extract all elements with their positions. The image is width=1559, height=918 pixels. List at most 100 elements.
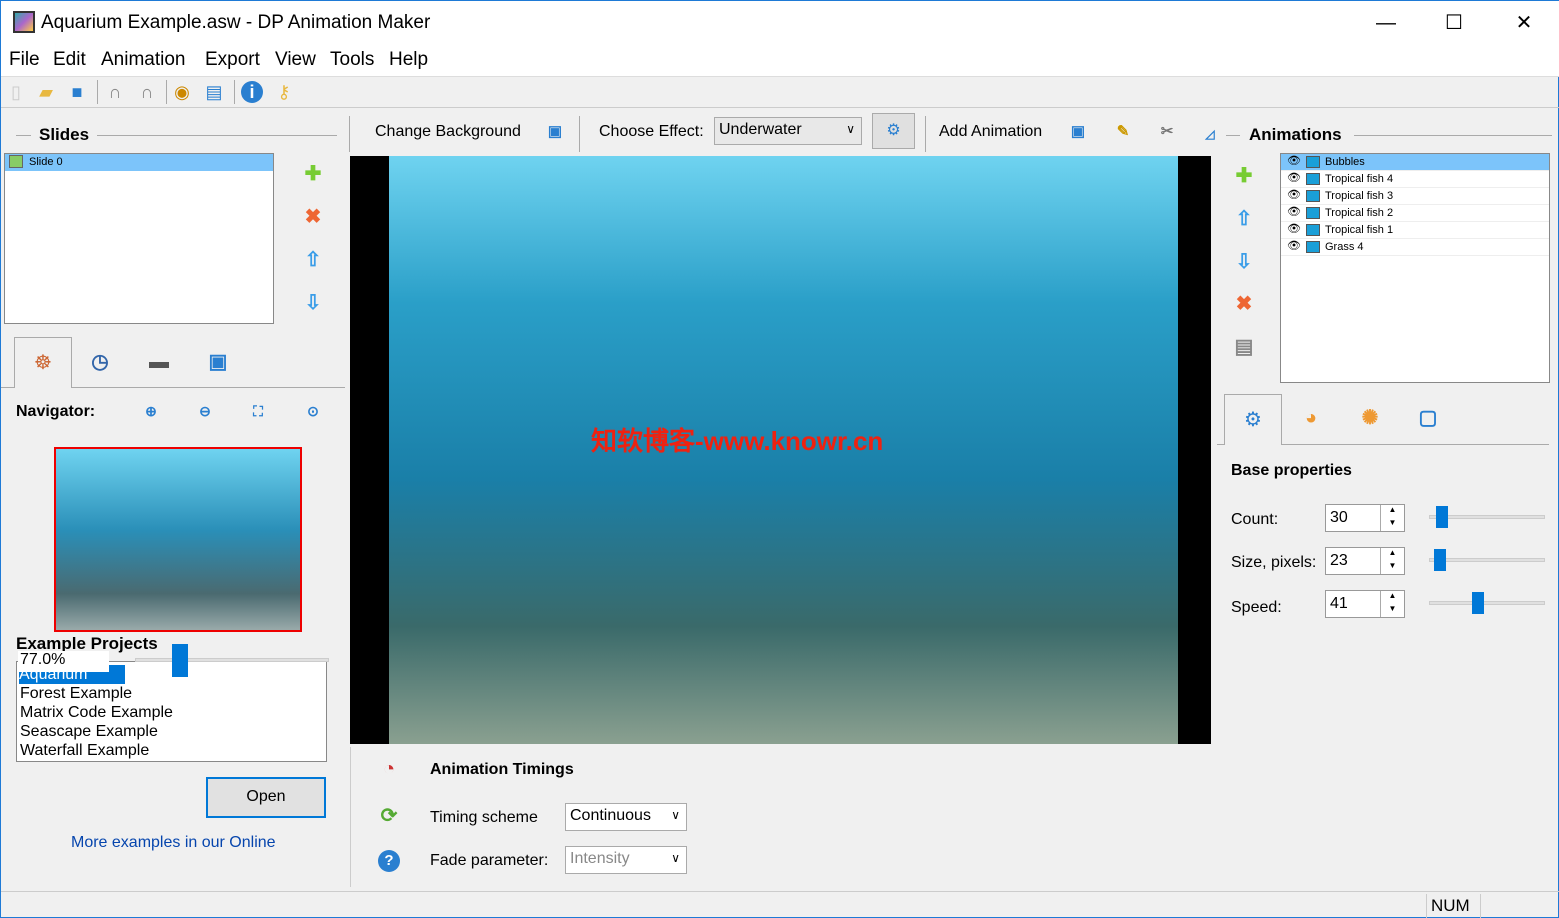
example-item[interactable]: Waterfall Example xyxy=(17,741,326,760)
menu-file[interactable]: File xyxy=(9,49,40,71)
menu-edit[interactable]: Edit xyxy=(53,49,86,71)
toolbar-separator xyxy=(97,80,98,104)
zoom-in-icon[interactable]: ⊕ xyxy=(140,400,162,422)
background-image-icon[interactable]: ▣ xyxy=(544,121,566,143)
minimize-button[interactable]: — xyxy=(1371,9,1401,37)
fit-icon[interactable]: ⛶ xyxy=(247,400,269,422)
tab-palette-icon[interactable]: ◕ xyxy=(1300,407,1322,429)
help-icon[interactable]: ? xyxy=(378,850,400,872)
menu-view[interactable]: View xyxy=(275,49,316,71)
count-slider-thumb[interactable] xyxy=(1436,506,1448,528)
animation-item[interactable]: 👁 Bubbles xyxy=(1281,154,1549,171)
chevron-down-icon: ∨ xyxy=(671,851,680,865)
size-input[interactable]: 23 ▲ ▼ xyxy=(1325,547,1405,575)
change-background-label[interactable]: Change Background xyxy=(375,123,521,141)
effect-value: Underwater xyxy=(719,121,802,138)
size-label: Size, pixels: xyxy=(1231,554,1317,571)
maximize-button[interactable]: ☐ xyxy=(1439,9,1469,37)
spin-up-icon[interactable]: ▲ xyxy=(1380,548,1404,561)
timing-scheme-label: Timing scheme xyxy=(430,809,538,826)
animation-item[interactable]: 👁 Tropical fish 1 xyxy=(1281,222,1549,239)
delete-slide-icon[interactable]: ✖ xyxy=(302,206,324,228)
brush-icon[interactable]: ✎ xyxy=(1112,121,1134,143)
tab-compass-icon[interactable]: ✺ xyxy=(1359,407,1381,429)
move-up-icon[interactable]: ⇧ xyxy=(1233,208,1255,230)
new-icon[interactable]: ▯ xyxy=(5,81,27,103)
tools-icon[interactable]: ✂ xyxy=(1156,121,1178,143)
zoom-slider[interactable] xyxy=(135,658,329,662)
spin-down-icon[interactable]: ▼ xyxy=(1380,561,1404,574)
tab-timing-icon[interactable]: ◷ xyxy=(89,351,111,373)
num-lock-indicator: NUM xyxy=(1426,894,1481,918)
zoom-out-icon[interactable]: ⊖ xyxy=(194,400,216,422)
menu-export[interactable]: Export xyxy=(205,49,260,71)
undo-icon[interactable]: ∩ xyxy=(104,81,126,103)
add-animation-item-icon[interactable]: ✚ xyxy=(1233,165,1255,187)
fade-parameter-select[interactable]: Intensity ∨ xyxy=(565,846,687,874)
move-up-icon[interactable]: ⇧ xyxy=(302,249,324,271)
effect-select[interactable]: Underwater ∨ xyxy=(714,117,862,145)
add-animation-icon[interactable]: ▣ xyxy=(1067,121,1089,143)
menu-tools[interactable]: Tools xyxy=(330,49,374,71)
eye-icon[interactable]: 👁 xyxy=(1287,154,1301,167)
tab-bounds-icon[interactable]: ▢ xyxy=(1417,407,1439,429)
move-down-icon[interactable]: ⇩ xyxy=(1233,251,1255,273)
spin-down-icon[interactable]: ▼ xyxy=(1380,518,1404,531)
slides-list[interactable]: Slide 0 xyxy=(4,153,274,324)
speed-slider[interactable] xyxy=(1429,601,1545,605)
menu-help[interactable]: Help xyxy=(389,49,428,71)
delete-animation-icon[interactable]: ✖ xyxy=(1233,293,1255,315)
add-slide-icon[interactable]: ✚ xyxy=(302,163,324,185)
redo-icon[interactable]: ∩ xyxy=(136,81,158,103)
speed-input[interactable]: 41 ▲ ▼ xyxy=(1325,590,1405,618)
more-examples-link[interactable]: More examples in our Online xyxy=(71,834,276,852)
eye-icon[interactable]: 👁 xyxy=(1287,239,1301,252)
save-icon[interactable]: ■ xyxy=(66,81,88,103)
animation-item[interactable]: 👁 Tropical fish 3 xyxy=(1281,188,1549,205)
close-button[interactable]: ✕ xyxy=(1509,9,1539,37)
move-down-icon[interactable]: ⇩ xyxy=(302,292,324,314)
spin-up-icon[interactable]: ▲ xyxy=(1380,505,1404,518)
example-item[interactable]: Seascape Example xyxy=(17,722,326,741)
spin-up-icon[interactable]: ▲ xyxy=(1380,591,1404,604)
animation-item[interactable]: 👁 Tropical fish 2 xyxy=(1281,205,1549,222)
add-animation-label[interactable]: Add Animation xyxy=(939,123,1042,141)
timing-scheme-select[interactable]: Continuous ∨ xyxy=(565,803,687,831)
open-button[interactable]: Open xyxy=(206,777,326,818)
info-icon[interactable]: i xyxy=(241,81,263,103)
divider xyxy=(925,116,926,152)
animations-list[interactable]: 👁 Bubbles 👁 Tropical fish 4 👁 Tropical fish… xyxy=(1280,153,1550,383)
spin-down-icon[interactable]: ▼ xyxy=(1380,604,1404,617)
tab-base-properties[interactable]: ⚙ xyxy=(1224,394,1282,445)
effect-settings-button[interactable]: ⚙ xyxy=(872,113,915,149)
speed-slider-thumb[interactable] xyxy=(1472,592,1484,614)
more-icon[interactable]: ◿ xyxy=(1199,123,1221,145)
tab-navigator[interactable]: ☸ xyxy=(14,337,72,388)
zoom-actual-icon[interactable]: ⊙ xyxy=(302,400,324,422)
animations-title: Animations xyxy=(1249,125,1342,144)
fade-parameter-label: Fade parameter: xyxy=(430,852,549,869)
open-icon[interactable]: ▰ xyxy=(35,81,57,103)
zoom-slider-thumb[interactable] xyxy=(172,644,188,677)
export-video-icon[interactable]: ▤ xyxy=(203,81,225,103)
tab-camera-icon[interactable]: ▬ xyxy=(148,351,170,373)
navigator-preview[interactable] xyxy=(54,447,302,632)
divider xyxy=(16,135,31,136)
example-item[interactable]: Forest Example xyxy=(17,684,326,703)
count-input[interactable]: 30 ▲ ▼ xyxy=(1325,504,1405,532)
tab-image-icon[interactable]: ▣ xyxy=(207,351,229,373)
animation-item[interactable]: 👁 Grass 4 xyxy=(1281,239,1549,256)
slide-item[interactable]: Slide 0 xyxy=(5,154,273,171)
eye-icon[interactable]: 👁 xyxy=(1287,222,1301,235)
eye-icon[interactable]: 👁 xyxy=(1287,188,1301,201)
size-slider[interactable] xyxy=(1429,558,1545,562)
animation-item[interactable]: 👁 Tropical fish 4 xyxy=(1281,171,1549,188)
size-slider-thumb[interactable] xyxy=(1434,549,1446,571)
print-icon[interactable]: ▤ xyxy=(1233,336,1255,358)
eye-icon[interactable]: 👁 xyxy=(1287,205,1301,218)
preview-icon[interactable]: ◉ xyxy=(171,81,193,103)
key-icon[interactable]: ⚷ xyxy=(273,81,295,103)
menu-animation[interactable]: Animation xyxy=(101,49,186,71)
example-item[interactable]: Matrix Code Example xyxy=(17,703,326,722)
eye-icon[interactable]: 👁 xyxy=(1287,171,1301,184)
